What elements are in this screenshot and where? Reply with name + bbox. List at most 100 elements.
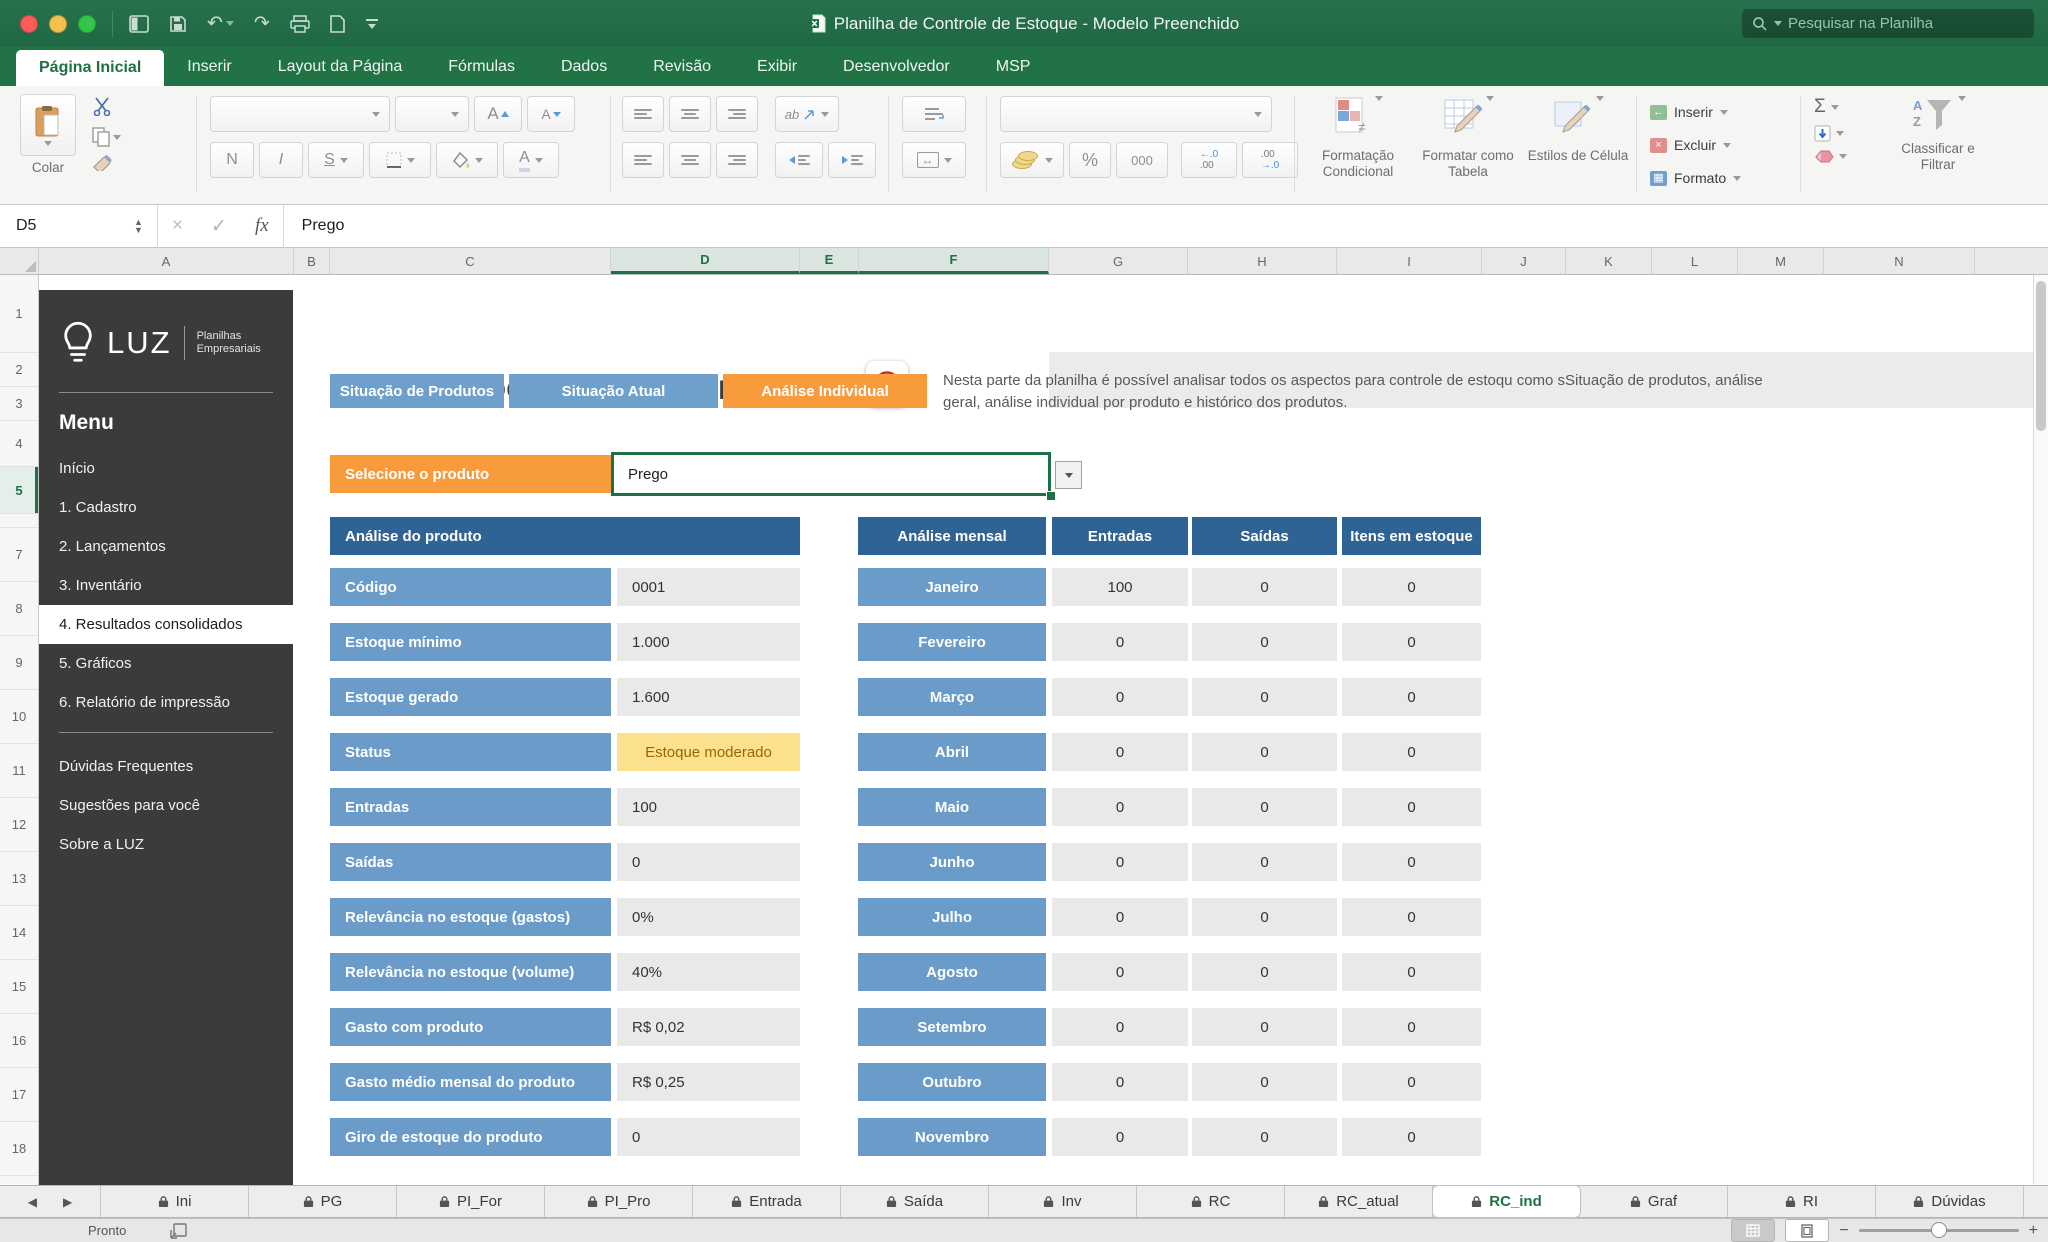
entradas-value[interactable]: 0 (1052, 953, 1188, 991)
increase-indent-button[interactable] (828, 142, 876, 178)
search-box[interactable]: Pesquisar na Planilha (1742, 9, 2034, 38)
sheet-tab[interactable]: Saída (841, 1186, 989, 1217)
clear-button[interactable] (1814, 149, 1847, 163)
sheet-grid[interactable]: 12345789101112131415161718 LUZ Planilhas… (0, 275, 2048, 1185)
entradas-value[interactable]: 0 (1052, 1118, 1188, 1156)
entradas-value[interactable]: 100 (1052, 568, 1188, 606)
ribbon-tab[interactable]: Inserir (164, 47, 254, 86)
selection-fill-handle[interactable] (1046, 491, 1056, 501)
fill-color-button[interactable] (436, 142, 498, 178)
row-value[interactable]: 0 (617, 1118, 800, 1156)
row-header[interactable]: 10 (0, 690, 38, 744)
close-button[interactable] (20, 15, 38, 33)
row-header[interactable]: 5 (0, 467, 38, 514)
page-layout-view-button[interactable] (1785, 1219, 1829, 1242)
entradas-value[interactable]: 0 (1052, 1008, 1188, 1046)
zoom-slider-handle[interactable] (1931, 1222, 1947, 1238)
tab-situacao-de-produtos[interactable]: Situação de Produtos (330, 374, 504, 408)
entradas-value[interactable]: 0 (1052, 898, 1188, 936)
column-header[interactable]: C (330, 248, 611, 274)
row-value[interactable]: 40% (617, 953, 800, 991)
normal-view-button[interactable] (1731, 1219, 1775, 1242)
vertical-scrollbar[interactable] (2033, 275, 2048, 1185)
increase-decimal-button[interactable]: ←.0.00 (1181, 142, 1237, 178)
column-header[interactable]: B (294, 248, 330, 274)
dropdown-button[interactable] (1055, 461, 1082, 489)
number-format-select[interactable] (1000, 96, 1272, 132)
row-value[interactable]: 100 (617, 788, 800, 826)
row-value[interactable]: 0% (617, 898, 800, 936)
row-header[interactable]: 18 (0, 1122, 38, 1176)
ribbon-tab[interactable]: Desenvolvedor (820, 47, 973, 86)
sidebar-menu-item[interactable]: Sobre a LUZ (39, 825, 293, 864)
sidebar-menu-item[interactable]: 6. Relatório de impressão (39, 683, 293, 722)
sidebar-menu-item[interactable]: 2. Lançamentos (39, 527, 293, 566)
itens-value[interactable]: 0 (1342, 953, 1481, 991)
zoom-button[interactable] (78, 15, 96, 33)
column-header[interactable]: A (39, 248, 294, 274)
column-header[interactable]: L (1652, 248, 1738, 274)
ribbon-tab[interactable]: Fórmulas (425, 47, 538, 86)
row-header[interactable]: 2 (0, 353, 38, 387)
itens-value[interactable]: 0 (1342, 733, 1481, 771)
minimize-button[interactable] (49, 15, 67, 33)
sheet-tab[interactable]: PI_For (397, 1186, 545, 1217)
decrease-indent-button[interactable] (775, 142, 823, 178)
row-header[interactable]: 13 (0, 852, 38, 906)
customize-toolbar-icon[interactable] (365, 18, 379, 30)
sidebar-menu-item[interactable]: Início (39, 449, 293, 488)
saidas-value[interactable]: 0 (1192, 678, 1337, 716)
saidas-value[interactable]: 0 (1192, 568, 1337, 606)
ribbon-tab[interactable]: MSP (973, 47, 1054, 86)
row-header[interactable]: 17 (0, 1068, 38, 1122)
saidas-value[interactable]: 0 (1192, 1063, 1337, 1101)
entradas-value[interactable]: 0 (1052, 678, 1188, 716)
row-header[interactable]: 4 (0, 421, 38, 467)
row-value[interactable]: 1.600 (617, 678, 800, 716)
delete-cells-button[interactable]: ×Excluir (1650, 131, 1741, 159)
row-value[interactable]: R$ 0,25 (617, 1063, 800, 1101)
saidas-value[interactable]: 0 (1192, 898, 1337, 936)
zoom-slider[interactable] (1859, 1229, 2019, 1232)
itens-value[interactable]: 0 (1342, 1008, 1481, 1046)
sidebar-menu-item[interactable]: Sugestões para você (39, 786, 293, 825)
fill-button[interactable] (1814, 125, 1847, 142)
entradas-value[interactable]: 0 (1052, 1063, 1188, 1101)
cut-icon[interactable] (92, 96, 121, 121)
entradas-value[interactable]: 0 (1052, 843, 1188, 881)
column-header[interactable]: I (1337, 248, 1482, 274)
format-painter-icon[interactable] (92, 153, 121, 176)
select-all-corner[interactable] (0, 248, 39, 274)
name-box-spinner[interactable]: ▲▼ (134, 218, 143, 234)
currency-format-button[interactable] (1000, 142, 1064, 178)
align-bottom-button[interactable] (716, 96, 758, 132)
product-selector-cell[interactable]: Prego (611, 452, 1051, 496)
undo-icon[interactable]: ↶ (207, 14, 234, 33)
save-icon[interactable] (169, 15, 187, 33)
itens-value[interactable]: 0 (1342, 843, 1481, 881)
row-value[interactable]: R$ 0,02 (617, 1008, 800, 1046)
itens-value[interactable]: 0 (1342, 568, 1481, 606)
name-box[interactable]: D5 (0, 217, 134, 235)
underline-button[interactable]: S (308, 142, 364, 178)
itens-value[interactable]: 0 (1342, 1118, 1481, 1156)
ribbon-tab[interactable]: Dados (538, 47, 630, 86)
ribbon-tab[interactable]: Exibir (734, 47, 820, 86)
sheet-tab[interactable]: PG (249, 1186, 397, 1217)
insert-function-icon[interactable]: fx (255, 215, 269, 237)
text-orientation-button[interactable]: ab (775, 96, 839, 132)
saidas-value[interactable]: 0 (1192, 1118, 1337, 1156)
font-name-select[interactable] (210, 96, 390, 132)
decrease-font-size-button[interactable]: A (527, 96, 575, 132)
sidebar-menu-item[interactable]: Dúvidas Frequentes (39, 747, 293, 786)
row-header[interactable]: 8 (0, 582, 38, 636)
zoom-out-button[interactable]: − (1839, 1222, 1848, 1240)
cell-styles-button[interactable]: Estilos de Célula (1526, 96, 1630, 180)
toggle-ribbon-icon[interactable] (129, 15, 149, 33)
align-left-button[interactable] (622, 142, 664, 178)
format-cells-button[interactable]: ▦Formato (1650, 164, 1741, 192)
sheet-tab[interactable]: Inv (989, 1186, 1137, 1217)
itens-value[interactable]: 0 (1342, 623, 1481, 661)
sheet-tab[interactable]: PI_Pro (545, 1186, 693, 1217)
merge-center-button[interactable]: ↔ (902, 142, 966, 178)
